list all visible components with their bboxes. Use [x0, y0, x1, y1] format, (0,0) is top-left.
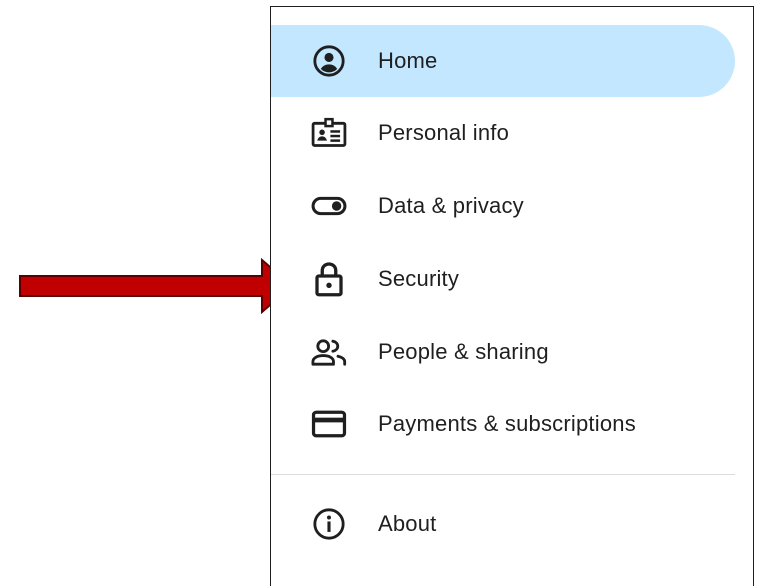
id-card-icon — [311, 115, 347, 151]
nav-item-data-privacy[interactable]: Data & privacy — [271, 170, 735, 242]
nav-item-personal-info[interactable]: Personal info — [271, 97, 735, 169]
people-icon — [311, 334, 347, 370]
nav-item-about-label: About — [378, 511, 437, 536]
nav-item-people-sharing-label: People & sharing — [378, 339, 549, 364]
nav-item-about[interactable]: About — [271, 488, 735, 560]
nav-item-home-label: Home — [378, 48, 438, 73]
nav-item-people-sharing[interactable]: People & sharing — [271, 316, 735, 388]
nav-divider — [271, 474, 735, 475]
red-arrow-annotation — [18, 257, 294, 319]
nav-item-security-label: Security — [378, 266, 460, 291]
nav-item-home[interactable]: Home — [271, 25, 735, 97]
nav-item-payments-subscriptions[interactable]: Payments & subscriptions — [271, 388, 735, 460]
toggle-icon — [311, 188, 347, 224]
credit-card-icon — [311, 406, 347, 442]
account-circle-icon — [311, 43, 347, 79]
nav-item-data-privacy-label: Data & privacy — [378, 193, 524, 218]
nav-item-personal-info-label: Personal info — [378, 120, 510, 145]
nav-item-payments-subscriptions-label: Payments & subscriptions — [378, 411, 636, 436]
nav-item-security[interactable]: Security — [271, 243, 735, 315]
info-icon — [311, 506, 347, 542]
account-nav-panel: Home Personal info Data & privacy Securi… — [270, 6, 754, 586]
lock-icon — [311, 261, 347, 297]
